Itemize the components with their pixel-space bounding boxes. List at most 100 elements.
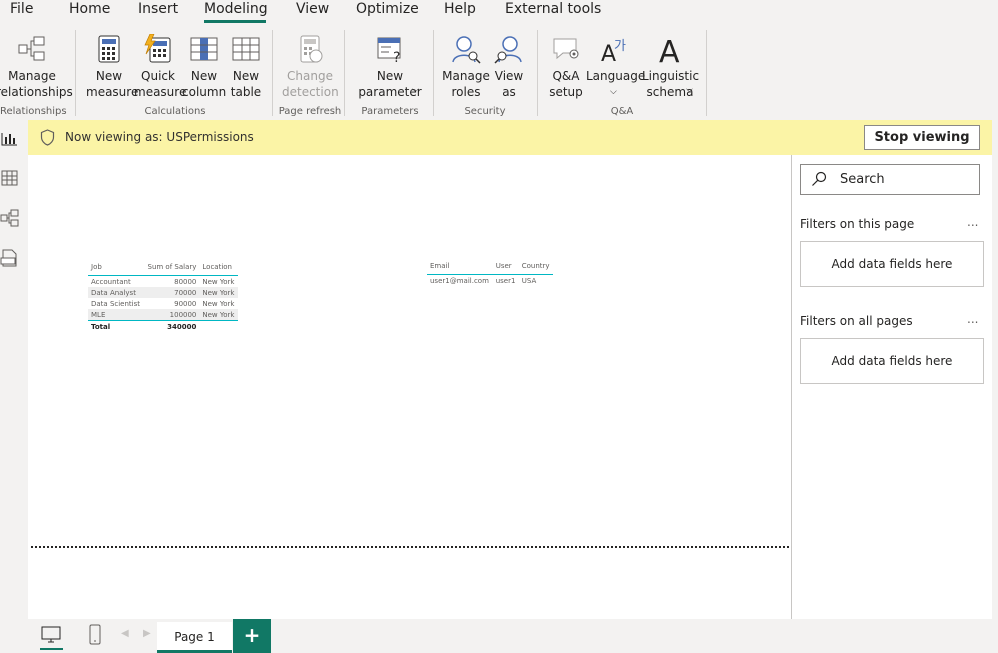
new-table-button[interactable]: New table — [226, 24, 266, 104]
active-layout-indicator — [40, 648, 63, 650]
menu-help[interactable]: Help — [444, 1, 476, 17]
qa-setup-icon — [553, 38, 579, 60]
shield-icon — [40, 129, 55, 146]
group-separator — [433, 30, 434, 116]
manage-relationships-label: Manage relationships — [0, 69, 73, 99]
filters-all-pages-dropzone[interactable]: Add data fields here — [800, 338, 984, 384]
filters-this-page-dropzone[interactable]: Add data fields here — [800, 241, 984, 287]
filters-pane: Search Filters on this page ... Add data… — [791, 155, 993, 619]
menu-file[interactable]: File — [10, 1, 33, 17]
svg-text:A: A — [659, 35, 680, 64]
table-cell: Total — [88, 320, 144, 332]
language-label: Language — [586, 69, 646, 83]
filters-on-all-pages-title: Filters on all pages — [800, 314, 913, 328]
table-header-row: Job Sum of Salary Location — [88, 263, 238, 276]
page-break-line — [31, 546, 789, 548]
new-table-label: New table — [230, 69, 262, 99]
page-tab-page-1[interactable]: Page 1 — [157, 622, 232, 653]
column-header[interactable]: Country — [518, 262, 553, 275]
table-cell: New York — [202, 300, 235, 308]
linguistic-schema-button[interactable]: A Linguistic schema ⌵ — [642, 24, 699, 104]
table-cell: MLE — [88, 309, 144, 321]
language-icon: A 가 — [601, 39, 626, 64]
menu-insert[interactable]: Insert — [138, 1, 178, 17]
table-cell — [199, 320, 238, 332]
parameter-icon: ? — [377, 37, 401, 64]
menu-optimize[interactable]: Optimize — [356, 1, 419, 17]
column-header[interactable]: Email — [427, 262, 493, 275]
salary-table[interactable]: Job Sum of Salary Location Accountant 80… — [88, 263, 238, 332]
language-button[interactable]: A 가 Language ⌵ — [586, 24, 646, 104]
view-switcher-rail — [0, 120, 28, 653]
table-cell: 100000 — [143, 309, 200, 321]
view-as-banner: Now viewing as: USPermissions Stop viewi… — [28, 120, 992, 155]
menu-modeling[interactable]: Modeling — [204, 1, 268, 17]
change-detection-label: Change detection — [282, 69, 339, 99]
manage-roles-icon — [452, 36, 481, 64]
qa-setup-label: Q&A setup — [549, 69, 583, 99]
menu-view[interactable]: View — [296, 1, 329, 17]
dax-query-view-icon[interactable] — [0, 248, 20, 268]
new-column-label: New column — [182, 69, 227, 99]
table-cell: user1@mail.com — [430, 277, 489, 285]
quick-measure-button[interactable]: Quick measure — [134, 24, 187, 104]
change-detection-button[interactable]: Change detection — [282, 24, 339, 104]
table-cell: Accountant — [91, 278, 131, 286]
menu-bar: File Home Insert Modeling View Optimize … — [0, 0, 998, 24]
group-separator — [706, 30, 707, 116]
group-label-qa: Q&A — [610, 106, 634, 117]
new-parameter-button[interactable]: ? New parameter ⌵ — [354, 24, 426, 104]
table-row: user1@mail.com user1 USA — [427, 275, 553, 287]
group-separator — [272, 30, 273, 116]
column-header[interactable]: Location — [199, 263, 238, 276]
table-row: Data Scientist 90000 New York — [88, 298, 238, 309]
filters-on-this-page-title: Filters on this page — [800, 217, 915, 231]
user-table[interactable]: Email User Country user1@mail.com user1 … — [427, 262, 553, 286]
table-row: Accountant 80000 New York — [88, 276, 238, 288]
group-label-parameters: Parameters — [361, 106, 419, 117]
relationships-icon — [18, 36, 45, 61]
quick-measure-label: Quick measure — [134, 69, 187, 99]
table-row: MLE 100000 New York — [88, 309, 238, 321]
model-view-icon[interactable] — [0, 208, 20, 228]
report-canvas[interactable]: Job Sum of Salary Location Accountant 80… — [28, 155, 791, 619]
manage-relationships-button[interactable]: Manage relationships — [0, 24, 73, 104]
qa-setup-button[interactable]: Q&A setup — [546, 24, 586, 104]
filter-search-box[interactable]: Search — [800, 164, 980, 195]
table-view-icon[interactable] — [0, 168, 20, 188]
group-label-page-refresh: Page refresh — [278, 106, 342, 117]
svg-text:가: 가 — [614, 39, 626, 54]
new-column-button[interactable]: New column — [182, 24, 226, 104]
more-options-icon[interactable]: ... — [967, 215, 978, 229]
view-as-label: View as — [494, 69, 524, 99]
table-cell: Data Scientist — [91, 300, 140, 308]
search-icon — [812, 171, 827, 186]
manage-roles-button[interactable]: Manage roles — [442, 24, 490, 104]
svg-text:?: ? — [393, 50, 400, 64]
view-as-icon — [494, 36, 522, 64]
scroll-right-icon[interactable]: ▶ — [143, 628, 151, 639]
stop-viewing-button[interactable]: Stop viewing — [864, 125, 980, 150]
menu-external-tools[interactable]: External tools — [505, 1, 601, 17]
chevron-down-icon: ⌵ — [412, 85, 419, 95]
column-header[interactable]: User — [492, 262, 519, 275]
table-cell: 90000 — [174, 300, 197, 308]
linguistic-schema-icon: A — [659, 35, 680, 64]
chevron-down-icon: ⌵ — [610, 87, 617, 97]
scroll-left-icon[interactable]: ◀ — [121, 628, 129, 639]
group-separator — [537, 30, 538, 116]
mobile-layout-icon[interactable] — [88, 624, 102, 646]
chevron-down-icon: ⌵ — [686, 85, 693, 95]
new-measure-button[interactable]: New measure — [86, 24, 138, 104]
table-cell: 70000 — [143, 287, 200, 298]
report-view-icon[interactable] — [0, 129, 20, 149]
desktop-layout-icon[interactable] — [40, 626, 62, 644]
search-placeholder: Search — [840, 172, 885, 187]
column-header[interactable]: Job — [88, 263, 144, 276]
active-tab-indicator — [204, 20, 266, 23]
menu-home[interactable]: Home — [69, 1, 110, 17]
view-as-button[interactable]: View as — [490, 24, 528, 104]
more-options-icon[interactable]: ... — [967, 312, 978, 326]
column-header[interactable]: Sum of Salary — [143, 263, 200, 276]
add-page-button[interactable]: + — [233, 619, 271, 653]
